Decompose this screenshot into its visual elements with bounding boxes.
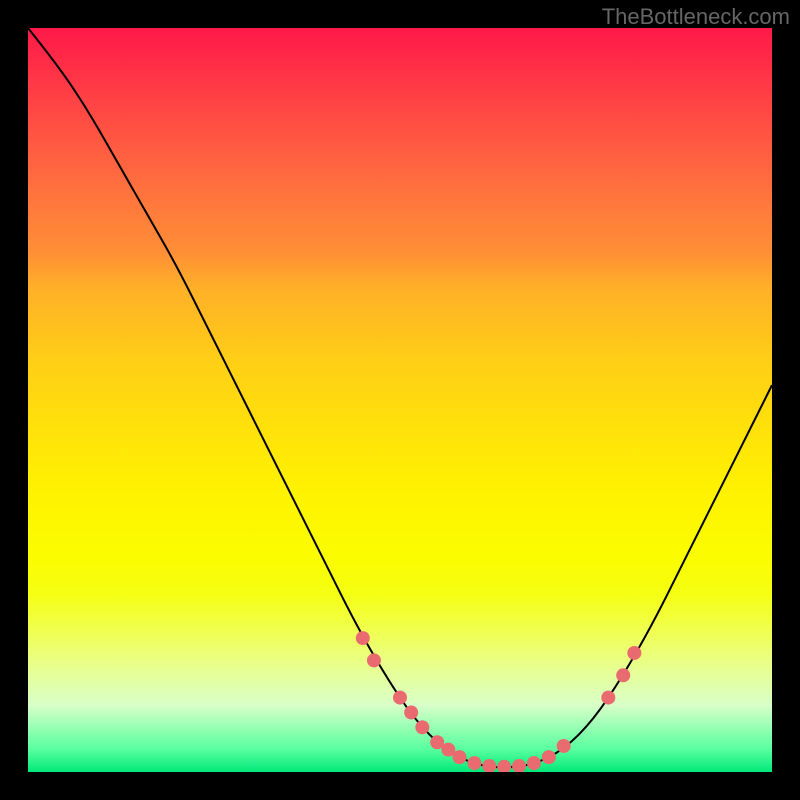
plot-area bbox=[28, 28, 772, 772]
data-dots bbox=[356, 631, 642, 772]
data-dot bbox=[404, 705, 418, 719]
data-dot bbox=[415, 720, 429, 734]
data-dot bbox=[367, 653, 381, 667]
data-dot bbox=[616, 668, 630, 682]
data-dot bbox=[467, 756, 481, 770]
data-dot bbox=[557, 739, 571, 753]
data-dot bbox=[527, 756, 541, 770]
data-dot bbox=[356, 631, 370, 645]
curve-svg bbox=[28, 28, 772, 772]
bottleneck-curve bbox=[28, 28, 772, 767]
data-dot bbox=[482, 759, 496, 772]
data-dot bbox=[497, 760, 511, 772]
data-dot bbox=[627, 646, 641, 660]
data-dot bbox=[393, 691, 407, 705]
chart-container: TheBottleneck.com bbox=[0, 0, 800, 800]
watermark-text: TheBottleneck.com bbox=[602, 4, 790, 30]
data-dot bbox=[453, 750, 467, 764]
data-dot bbox=[542, 750, 556, 764]
data-dot bbox=[512, 759, 526, 772]
data-dot bbox=[601, 691, 615, 705]
